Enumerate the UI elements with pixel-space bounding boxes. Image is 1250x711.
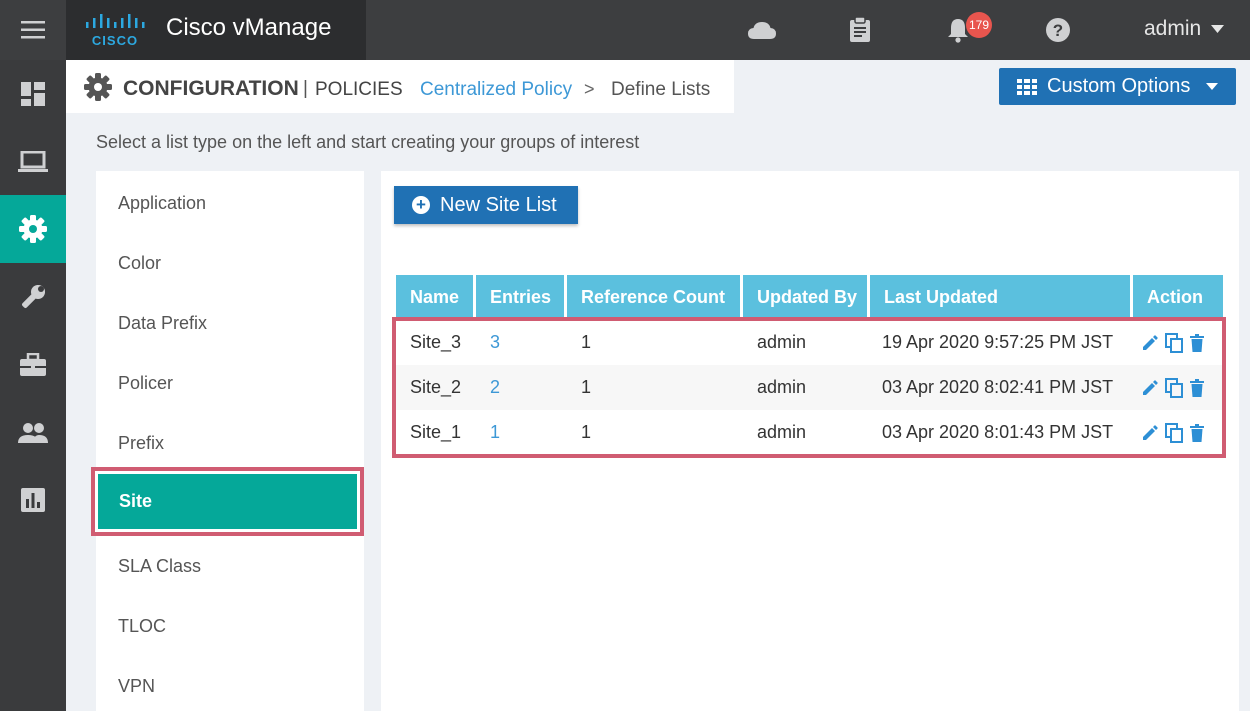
dashboard-icon	[21, 82, 45, 106]
list-type-color[interactable]: Color	[118, 253, 161, 274]
left-nav-rail	[0, 60, 66, 711]
list-type-prefix[interactable]: Prefix	[118, 433, 164, 454]
clipboard-icon	[850, 17, 870, 42]
page-header: CONFIGURATION | POLICIES Centralized Pol…	[66, 60, 734, 113]
cloud-button[interactable]	[746, 14, 778, 46]
list-type-site[interactable]: Site	[98, 474, 357, 529]
svg-text:CISCO: CISCO	[92, 33, 138, 48]
nav-administration[interactable]	[0, 399, 66, 467]
app-title: Cisco vManage	[166, 14, 332, 41]
logo-block: CISCO Cisco vManage	[66, 0, 366, 60]
title-separator: |	[303, 78, 308, 99]
nav-monitor[interactable]	[0, 128, 66, 196]
nav-dashboard[interactable]	[0, 60, 66, 128]
list-type-application[interactable]: Application	[118, 193, 206, 214]
hamburger-icon	[21, 21, 45, 39]
user-menu[interactable]: admin	[1144, 17, 1225, 41]
column-header-updated-by[interactable]: Updated By	[743, 275, 867, 320]
cisco-logo: CISCO	[86, 14, 145, 48]
column-header-action: Action	[1133, 275, 1223, 320]
gear-icon	[84, 73, 112, 101]
chevron-down-icon	[1211, 25, 1225, 33]
nav-maintenance[interactable]	[0, 331, 66, 399]
maintenance-briefcase-icon	[20, 353, 46, 376]
custom-options-label: Custom Options	[1047, 75, 1191, 97]
administration-users-icon	[18, 423, 48, 443]
list-type-data-prefix[interactable]: Data Prefix	[118, 313, 207, 334]
hamburger-menu-button[interactable]	[0, 0, 66, 60]
column-header-entries[interactable]: Entries	[476, 275, 564, 320]
list-type-site-highlight: Site	[91, 467, 364, 536]
analytics-chart-icon	[21, 488, 45, 512]
list-types-panel: Application Color Data Prefix Policer Pr…	[96, 171, 364, 711]
help-button[interactable]: ?	[1042, 14, 1074, 46]
breadcrumb-centralized-policy[interactable]: Centralized Policy	[420, 79, 572, 101]
tasks-button[interactable]	[844, 14, 876, 46]
cloud-icon	[748, 22, 776, 39]
column-header-last-updated[interactable]: Last Updated	[870, 275, 1130, 320]
list-type-vpn[interactable]: VPN	[118, 676, 155, 697]
instructions-text: Select a list type on the left and start…	[96, 132, 640, 152]
page-subtitle: POLICIES	[315, 79, 403, 100]
breadcrumb-current: Define Lists	[611, 79, 711, 100]
nav-configuration[interactable]	[0, 195, 66, 263]
column-header-name[interactable]: Name	[396, 275, 473, 320]
svg-text:?: ?	[1053, 21, 1063, 40]
chevron-down-icon	[1206, 83, 1219, 90]
add-circle-icon: +	[412, 196, 430, 214]
custom-options-button[interactable]: Custom Options	[999, 68, 1236, 105]
nav-analytics[interactable]	[0, 466, 66, 534]
help-icon: ?	[1046, 18, 1070, 42]
rows-highlight-box	[392, 317, 1226, 458]
breadcrumb-arrow: >	[584, 79, 595, 99]
list-type-sla-class[interactable]: SLA Class	[118, 556, 201, 577]
page-title: CONFIGURATION	[123, 77, 299, 100]
column-header-reference-count[interactable]: Reference Count	[567, 275, 740, 320]
nav-tools[interactable]	[0, 263, 66, 331]
monitor-icon	[18, 151, 48, 172]
top-bar: CISCO Cisco vManage 179 ? admin	[0, 0, 1250, 60]
notification-badge: 179	[966, 12, 992, 38]
new-site-list-button[interactable]: + New Site List	[394, 186, 578, 224]
user-name: admin	[1144, 17, 1202, 40]
configuration-gear-icon	[19, 215, 47, 243]
list-type-tloc[interactable]: TLOC	[118, 616, 166, 637]
new-site-list-label: New Site List	[440, 193, 557, 216]
table-header: Name Entries Reference Count Updated By …	[396, 275, 1223, 320]
grid-icon	[1017, 78, 1037, 95]
tools-wrench-icon	[22, 285, 45, 308]
list-type-policer[interactable]: Policer	[118, 373, 173, 394]
